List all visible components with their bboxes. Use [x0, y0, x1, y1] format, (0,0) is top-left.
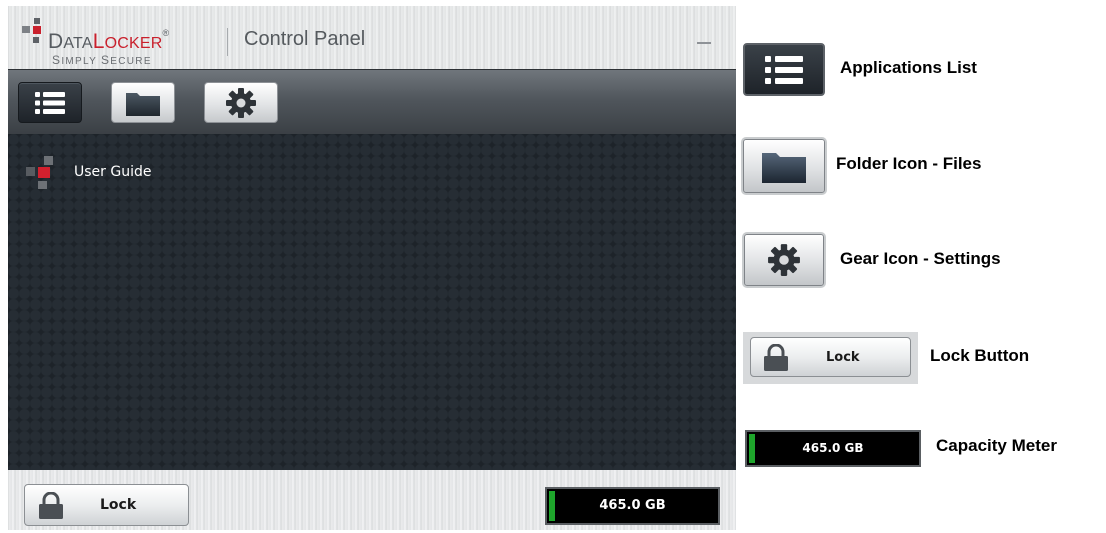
capacity-meter: 465.0 GB — [545, 487, 720, 525]
legend-gear-label: Gear Icon - Settings — [840, 249, 1001, 268]
applications-panel: User Guide — [8, 134, 736, 470]
toolbar — [8, 69, 736, 135]
legend-applications-list-label: Applications List — [840, 58, 977, 77]
gear-icon — [226, 87, 256, 118]
list-icon — [35, 91, 65, 114]
legend-lock-button: Lock — [750, 337, 911, 377]
title-bar: DATALOCKER® SIMPLY SECURE Control Panel — [8, 6, 736, 69]
folder-icon — [762, 153, 806, 183]
padlock-icon — [764, 344, 788, 371]
legend-lock-button-frame: Lock — [743, 332, 918, 384]
settings-button[interactable] — [204, 82, 278, 123]
datalocker-logo-icon — [26, 156, 53, 189]
folder-icon — [126, 92, 160, 116]
gear-icon — [768, 244, 800, 276]
brand-tagline: SIMPLY SECURE — [52, 53, 152, 67]
minimize-icon[interactable] — [697, 28, 711, 46]
legend-gear-button — [744, 234, 824, 286]
status-bar: Lock 465.0 GB — [8, 470, 736, 530]
files-button[interactable] — [111, 82, 175, 123]
application-item-user-guide[interactable]: User Guide — [24, 152, 151, 192]
legend-capacity-value: 465.0 GB — [802, 441, 864, 455]
padlock-icon — [39, 492, 63, 519]
control-panel-window: DATALOCKER® SIMPLY SECURE Control Panel — [8, 6, 736, 530]
lock-button-label: Lock — [100, 497, 137, 513]
lock-button[interactable]: Lock — [24, 484, 189, 526]
legend-folder-label: Folder Icon - Files — [836, 154, 982, 173]
legend-capacity-meter-label: Capacity Meter — [936, 436, 1057, 455]
window-title: Control Panel — [244, 28, 366, 50]
list-icon — [765, 55, 803, 84]
brand-name: DATALOCKER® — [48, 28, 170, 53]
datalocker-logo: DATALOCKER® SIMPLY SECURE — [22, 16, 222, 67]
applications-list-button[interactable] — [18, 82, 82, 123]
legend-lock-button-label: Lock Button — [930, 346, 1030, 365]
title-divider — [227, 28, 228, 56]
application-label: User Guide — [74, 164, 152, 180]
legend-lock-button-text: Lock — [826, 350, 860, 365]
capacity-value: 465.0 GB — [599, 498, 666, 513]
legend-capacity-meter: 465.0 GB — [745, 430, 921, 467]
legend-applications-list-button — [743, 43, 825, 96]
legend-folder-button — [743, 139, 825, 193]
